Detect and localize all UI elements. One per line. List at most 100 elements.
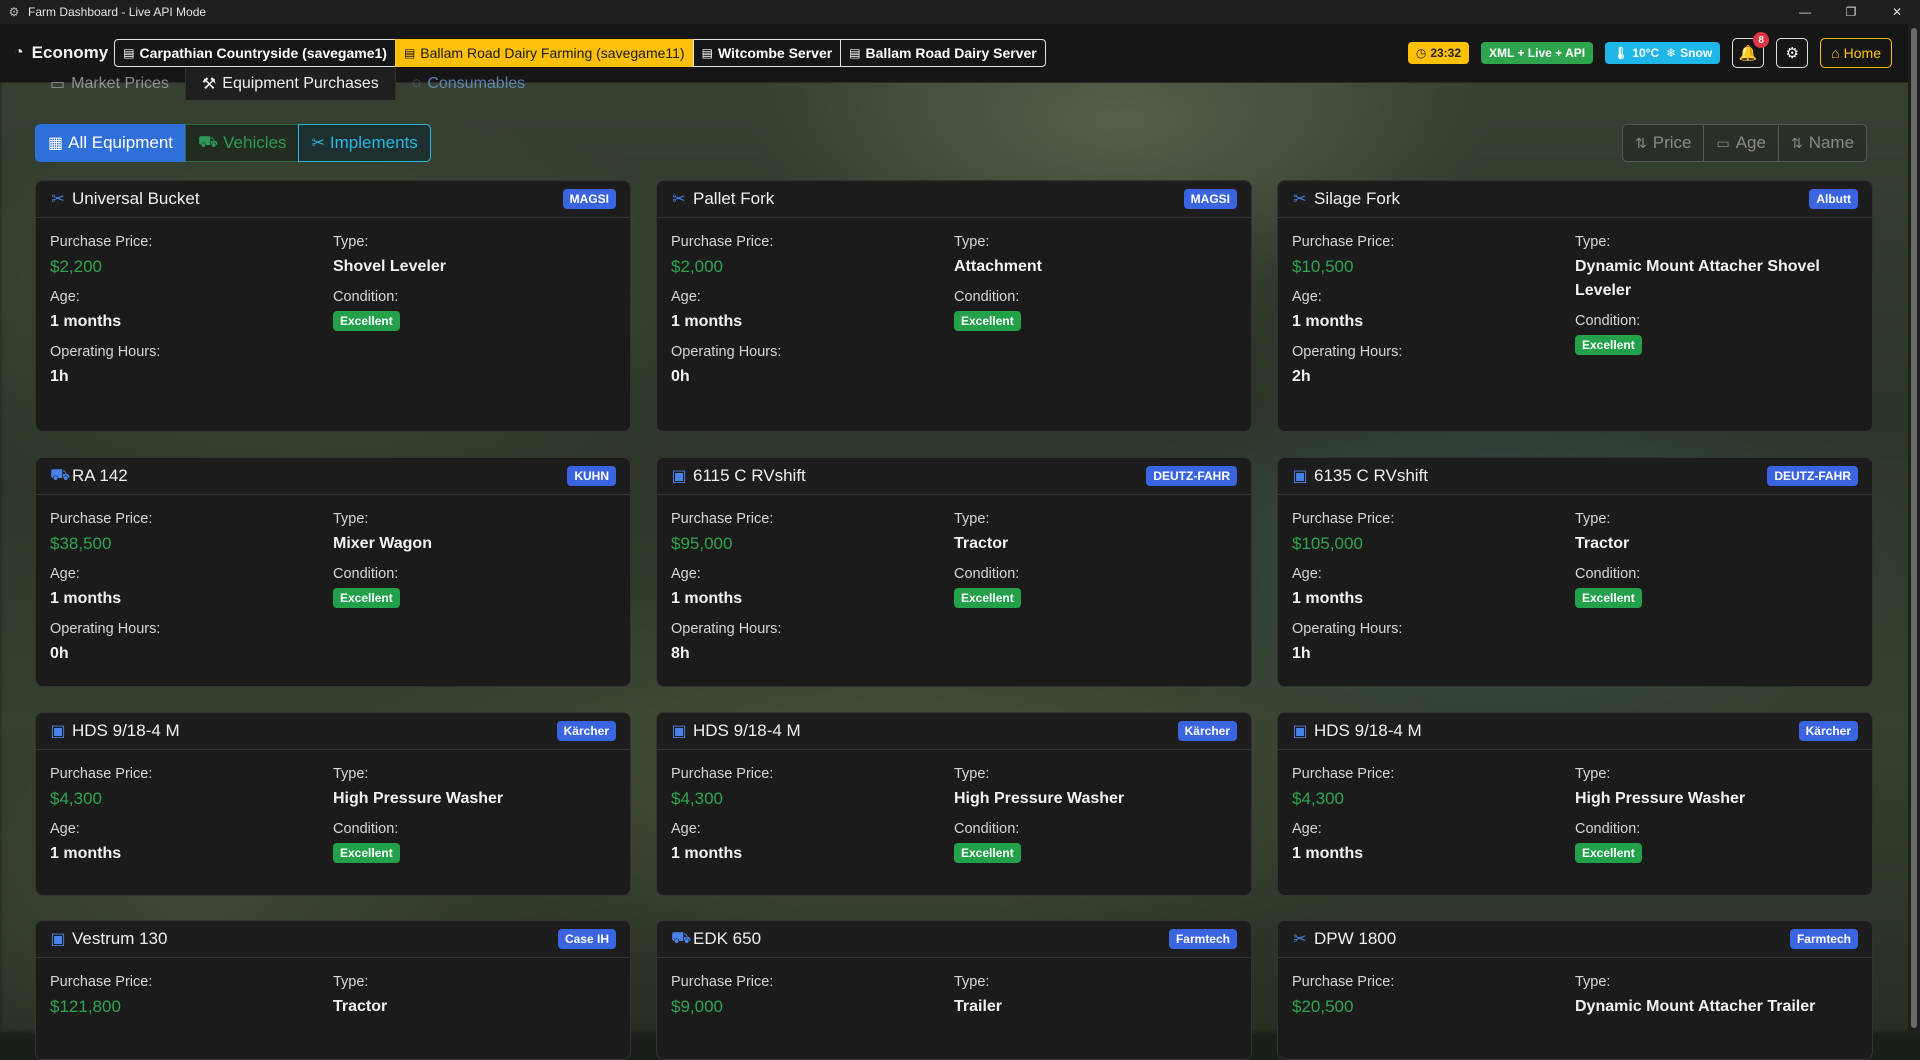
purchase-price-label: Purchase Price: bbox=[50, 974, 153, 990]
filter-implements-button[interactable]: ✂ Implements bbox=[298, 124, 431, 162]
type-field: Type: Tractor bbox=[333, 974, 616, 1019]
server-button-ballam-server[interactable]: ▤ Ballam Road Dairy Server bbox=[840, 39, 1046, 67]
tab-market-prices[interactable]: ▭ Market Prices bbox=[36, 68, 185, 100]
filter-vehicles-button[interactable]: ⛟ Vehicles bbox=[185, 124, 300, 162]
equipment-card[interactable]: ✂ Silage Fork Albutt Purchase Price: $10… bbox=[1277, 180, 1873, 432]
server-icon: ▤ bbox=[701, 46, 713, 60]
close-icon[interactable]: ✕ bbox=[1874, 0, 1920, 24]
restore-icon[interactable]: ❐ bbox=[1828, 0, 1874, 24]
equipment-name: 6115 C RVshift bbox=[693, 466, 806, 485]
home-button[interactable]: ⌂ Home bbox=[1820, 38, 1892, 68]
equipment-card[interactable]: ✂ Pallet Fork MAGSI Purchase Price: $2,0… bbox=[656, 180, 1252, 432]
card-right-column: Type: High Pressure Washer Condition: Ex… bbox=[333, 760, 616, 876]
equipment-card[interactable]: ✂ Universal Bucket MAGSI Purchase Price:… bbox=[35, 180, 631, 432]
card-body: Purchase Price: $38,500 Age: 1 months Op… bbox=[36, 495, 630, 676]
server-button-witcombe[interactable]: ▤ Witcombe Server bbox=[692, 39, 842, 67]
operating-hours-value: 0h bbox=[50, 645, 69, 662]
settings-button[interactable]: ⚙ bbox=[1776, 38, 1809, 68]
brand-badge: Kärcher bbox=[1177, 721, 1237, 741]
calendar-icon: ▭ bbox=[1716, 134, 1730, 151]
card-body: Purchase Price: $121,800 Type: Tractor bbox=[36, 958, 630, 1029]
equipment-name: HDS 9/18-4 M bbox=[1314, 721, 1422, 740]
server-button-ballam-savegame[interactable]: ▤ Ballam Road Dairy Farming (savegame11) bbox=[394, 39, 694, 67]
sort-age-button[interactable]: ▭ Age bbox=[1703, 124, 1779, 162]
scrollbar-thumb[interactable] bbox=[1911, 28, 1917, 1028]
type-value: Mixer Wagon bbox=[333, 535, 432, 552]
equipment-card[interactable]: ▣ Vestrum 130 Case IH Purchase Price: $1… bbox=[35, 920, 631, 1060]
server-icon: ▤ bbox=[123, 46, 135, 60]
operating-hours-field: Operating Hours: 8h bbox=[671, 621, 954, 666]
grid-icon: ▦ bbox=[48, 135, 64, 152]
purchase-price-value: $2,200 bbox=[50, 257, 102, 276]
equipment-card[interactable]: ▣ HDS 9/18-4 M Kärcher Purchase Price: $… bbox=[1277, 712, 1873, 896]
tab-consumables[interactable]: ◌ Consumables bbox=[396, 68, 541, 100]
card-left-column: Purchase Price: $10,500 Age: 1 months Op… bbox=[1292, 228, 1575, 399]
card-left-column: Purchase Price: $105,000 Age: 1 months O… bbox=[1292, 505, 1575, 676]
condition-field: Condition: Excellent bbox=[333, 566, 616, 608]
equipment-card[interactable]: ▣ 6135 C RVshift DEUTZ-FAHR Purchase Pri… bbox=[1277, 457, 1873, 687]
filter-label: Implements bbox=[329, 133, 418, 152]
operating-hours-value: 1h bbox=[50, 368, 69, 385]
condition-badge: Excellent bbox=[954, 843, 1021, 863]
age-value: 1 months bbox=[50, 313, 122, 330]
tab-equipment-purchases[interactable]: ⚒ Equipment Purchases bbox=[184, 68, 396, 100]
equipment-card[interactable]: ▣ HDS 9/18-4 M Kärcher Purchase Price: $… bbox=[35, 712, 631, 896]
type-label: Type: bbox=[954, 511, 990, 527]
window-title: Farm Dashboard - Live API Mode bbox=[28, 5, 207, 19]
equipment-card[interactable]: ▣ 6115 C RVshift DEUTZ-FAHR Purchase Pri… bbox=[656, 457, 1252, 687]
server-button-carpathian[interactable]: ▤ Carpathian Countryside (savegame1) bbox=[114, 39, 396, 67]
card-right-column: Type: Attachment Condition: Excellent bbox=[954, 228, 1237, 399]
filter-all-equipment-button[interactable]: ▦ All Equipment bbox=[35, 124, 187, 162]
condition-label: Condition: bbox=[954, 289, 1020, 305]
equipment-filter-group: ▦ All Equipment ⛟ Vehicles ✂ Implements bbox=[35, 124, 431, 162]
home-label: Home bbox=[1843, 45, 1881, 61]
tools-icon: ✂ bbox=[311, 135, 325, 152]
sort-label: Name bbox=[1808, 133, 1855, 152]
purchase-price-field: Purchase Price: $2,000 bbox=[671, 234, 954, 279]
tractor-icon: ▣ bbox=[1292, 723, 1308, 740]
condition-label: Condition: bbox=[1575, 313, 1641, 329]
page-scrollbar[interactable] bbox=[1908, 24, 1920, 1032]
condition-field: Condition: Excellent bbox=[333, 289, 616, 331]
card-header: ⛟ RA 142 KUHN bbox=[36, 458, 630, 495]
tractor-icon: ▣ bbox=[50, 723, 66, 740]
condition-badge: Excellent bbox=[954, 311, 1021, 331]
purchase-price-label: Purchase Price: bbox=[50, 766, 153, 782]
brand-badge: MAGSI bbox=[1183, 189, 1237, 209]
equipment-card[interactable]: ▣ HDS 9/18-4 M Kärcher Purchase Price: $… bbox=[656, 712, 1252, 896]
equipment-card[interactable]: ✂ DPW 1800 Farmtech Purchase Price: $20,… bbox=[1277, 920, 1873, 1060]
equipment-card[interactable]: ⛟ RA 142 KUHN Purchase Price: $38,500 Ag… bbox=[35, 457, 631, 687]
window-controls: — ❐ ✕ bbox=[1782, 0, 1920, 24]
navbar-brand[interactable]: ◔ Economy bbox=[14, 43, 108, 63]
tab-label: Consumables bbox=[427, 75, 526, 92]
purchase-price-value: $105,000 bbox=[1292, 534, 1363, 553]
minimize-icon[interactable]: — bbox=[1782, 0, 1828, 24]
purchase-price-field: Purchase Price: $2,200 bbox=[50, 234, 333, 279]
chart-icon: ▭ bbox=[50, 76, 66, 93]
type-label: Type: bbox=[954, 766, 990, 782]
type-value: Trailer bbox=[954, 998, 1003, 1015]
condition-field: Condition: Excellent bbox=[954, 566, 1237, 608]
age-field: Age: 1 months bbox=[50, 566, 333, 611]
brand-badge: KUHN bbox=[567, 466, 616, 486]
condition-field: Condition: Excellent bbox=[954, 289, 1237, 331]
purchase-price-field: Purchase Price: $121,800 bbox=[50, 974, 333, 1019]
type-label: Type: bbox=[333, 234, 369, 250]
equipment-card[interactable]: ⛟ EDK 650 Farmtech Purchase Price: $9,00… bbox=[656, 920, 1252, 1060]
card-right-column: Type: Dynamic Mount Attacher Trailer bbox=[1575, 968, 1858, 1029]
type-field: Type: Dynamic Mount Attacher Shovel Leve… bbox=[1575, 234, 1858, 303]
condition-label: Condition: bbox=[954, 566, 1020, 582]
notifications-button[interactable]: 🔔 8 bbox=[1732, 32, 1770, 68]
age-label: Age: bbox=[50, 566, 80, 582]
sort-price-button[interactable]: ⇅ Price bbox=[1622, 124, 1705, 162]
purchase-price-value: $20,500 bbox=[1292, 997, 1354, 1016]
condition-badge: Excellent bbox=[333, 843, 400, 863]
type-label: Type: bbox=[333, 974, 369, 990]
server-icon: ▤ bbox=[403, 46, 416, 60]
sort-name-button[interactable]: ⇅ Name bbox=[1777, 124, 1868, 162]
purchase-price-field: Purchase Price: $20,500 bbox=[1292, 974, 1575, 1019]
purchase-price-field: Purchase Price: $4,300 bbox=[50, 766, 333, 811]
condition-badge: Excellent bbox=[333, 588, 400, 608]
age-field: Age: 1 months bbox=[671, 566, 954, 611]
tractor-icon: ▣ bbox=[671, 723, 687, 740]
